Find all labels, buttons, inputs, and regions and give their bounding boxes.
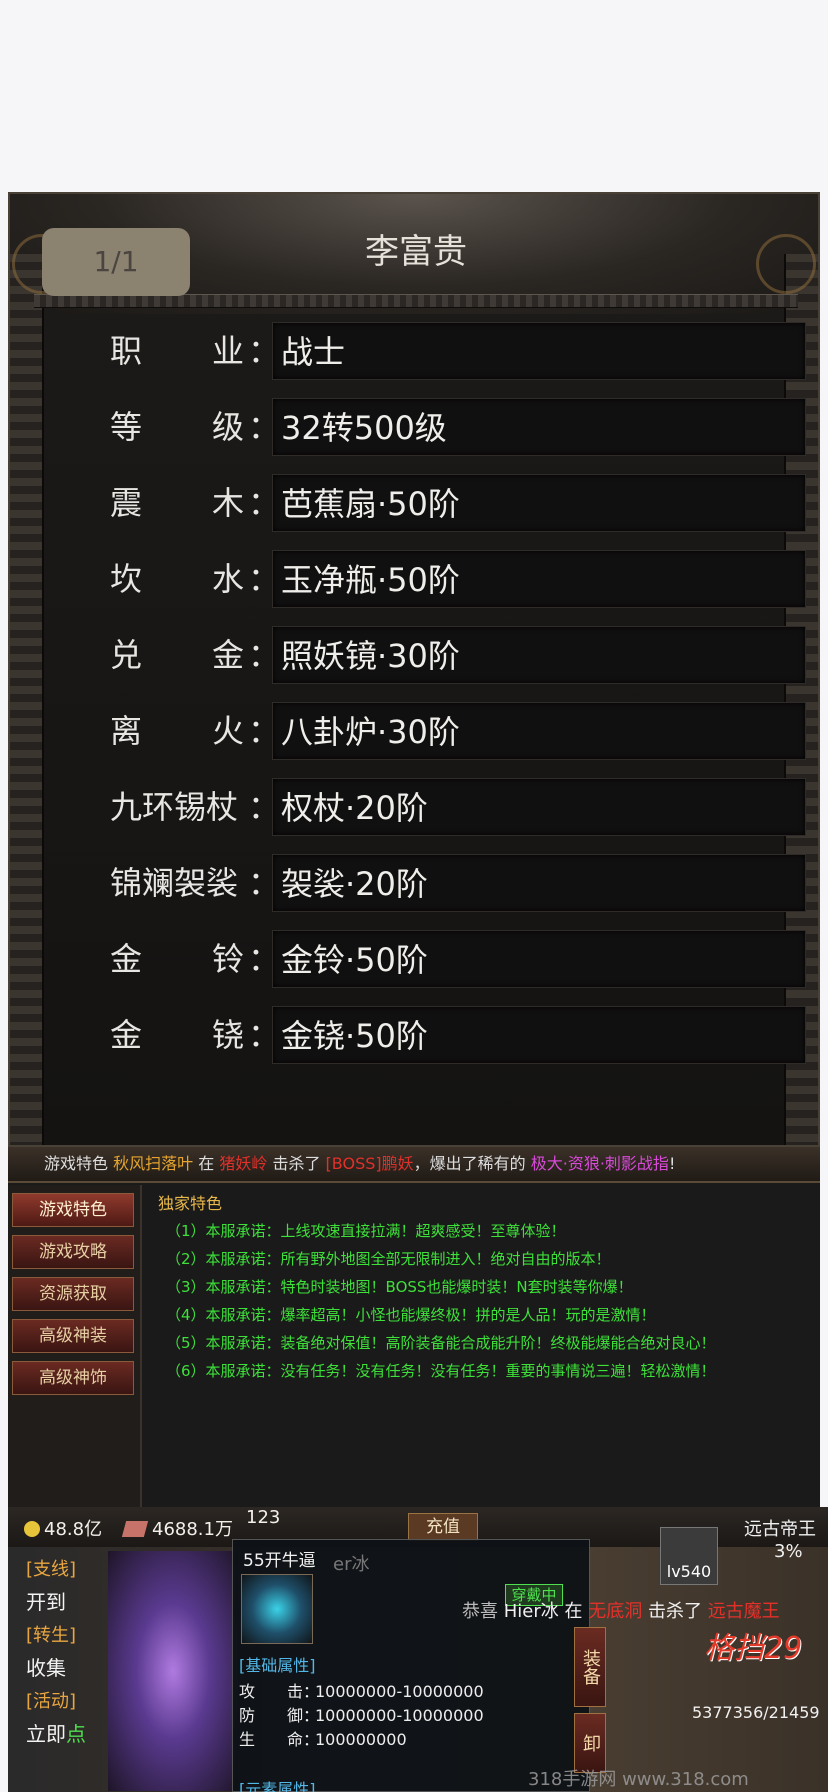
attribute-row: 兑金 ： 照妖镜·30阶 — [110, 618, 810, 694]
tooltip-ghost-text: er冰 — [333, 1554, 370, 1575]
attribute-row: 坎水 ： 玉净瓶·50阶 — [110, 542, 810, 618]
attribute-row: 离火 ： 八卦炉·30阶 — [110, 694, 810, 770]
staff-icon — [241, 1574, 313, 1644]
attribute-value: 八卦炉·30阶 — [272, 702, 806, 760]
tooltip-stat: 防 御：10000000-10000000 — [239, 1706, 484, 1725]
features-content: 独家特色 （1）本服承诺：上线攻速直接拉满！超爽感受！至尊体验！ （2）本服承诺… — [148, 1191, 818, 1501]
attribute-value: 芭蕉扇·50阶 — [272, 474, 806, 532]
ticker-map: 猪妖岭 — [219, 1154, 268, 1173]
quest-action[interactable]: 开到 — [26, 1585, 102, 1619]
hud-number: 123 — [246, 1507, 281, 1528]
feature-line: （4）本服承诺：爆率超高！小怪也能爆终极！拼的是人品！玩的是激情！ — [166, 1306, 656, 1324]
quest-action[interactable]: 收集 — [26, 1651, 102, 1685]
sidebar-item-resources[interactable]: 资源获取 — [12, 1277, 134, 1311]
feature-line: （6）本服承诺：没有任务！没有任务！没有任务！重要的事情说三遍！轻松激情！ — [166, 1362, 716, 1380]
attribute-label: 兑金 — [110, 636, 244, 674]
hp-readout: 5377356/21459 — [692, 1703, 820, 1722]
attribute-value: 照妖镜·30阶 — [272, 626, 806, 684]
ingot-icon — [121, 1521, 149, 1537]
ticker-boss: [BOSS]鹏妖 — [325, 1154, 414, 1173]
ornament-right-icon — [756, 234, 816, 294]
quest-action[interactable]: 立即点 — [26, 1717, 102, 1751]
attribute-value: 权杖·20阶 — [272, 778, 806, 836]
panel-rail — [34, 294, 798, 308]
equip-button[interactable]: 装备 — [574, 1627, 606, 1707]
item-tooltip: er冰 55开牛逼 穿戴中 [基础属性] 攻 击：10000000-100000… — [232, 1539, 590, 1792]
attribute-row: 金铃 ： 金铃·50阶 — [110, 922, 810, 998]
page: 1/1 李富贵 职业 ： 战士 等级 ： 32转500级 震木 ： 芭蕉扇·50… — [0, 0, 828, 1792]
ticker-end: ! — [668, 1154, 676, 1173]
ticker-in: 在 — [198, 1154, 215, 1173]
level-badge[interactable]: lv540 — [660, 1527, 718, 1585]
attribute-value: 玉净瓶·50阶 — [272, 550, 806, 608]
attribute-label: 离火 — [110, 712, 244, 750]
gold-icon — [24, 1521, 40, 1537]
weapon-art-icon — [108, 1551, 238, 1791]
attribute-label: 震木 — [110, 484, 244, 522]
ticker-item: 极大·资狼·刺影战指 — [530, 1154, 669, 1173]
ticker-drop: ，爆出了稀有的 — [413, 1154, 526, 1173]
quest-tracker[interactable]: [支线] 开到 [转生] 收集 [活动] 立即点 — [26, 1555, 102, 1753]
attribute-value: 袈裟·20阶 — [272, 854, 806, 912]
sidebar-item-accessories[interactable]: 高级神饰 — [12, 1361, 134, 1395]
sidebar-item-gear[interactable]: 高级神装 — [12, 1319, 134, 1353]
quest-tag: [支线] — [26, 1559, 77, 1580]
kill-broadcast: 恭喜 Hier冰 在 无底洞 击杀了 远古魔王 — [462, 1601, 780, 1622]
features-panel: 游戏特色 秋风扫落叶 在 猪妖岭 击杀了 [BOSS]鹏妖，爆出了稀有的 极大·… — [8, 1147, 820, 1507]
attribute-label: 等级 — [110, 408, 244, 446]
character-panel: 1/1 李富贵 职业 ： 战士 等级 ： 32转500级 震木 ： 芭蕉扇·50… — [8, 192, 820, 1147]
feature-line: （1）本服承诺：上线攻速直接拉满！超爽感受！至尊体验！ — [166, 1222, 566, 1240]
broadcast-ticker: 游戏特色 秋风扫落叶 在 猪妖岭 击杀了 [BOSS]鹏妖，爆出了稀有的 极大·… — [8, 1147, 820, 1183]
tooltip-title: 55开牛逼 — [243, 1551, 316, 1571]
page-indicator[interactable]: 1/1 — [42, 228, 190, 296]
ingot-display: 4688.1万 — [121, 1515, 233, 1541]
attribute-label: 九环锡杖 — [110, 788, 239, 826]
game-hud: 48.8亿 4688.1万 123 充值 lv540 远古帝王 3% [支线] … — [8, 1507, 828, 1792]
attribute-label: 金铃 — [110, 940, 244, 978]
quest-tag: [活动] — [26, 1691, 77, 1712]
boss-name: 远古帝王 — [744, 1519, 816, 1540]
attribute-label: 坎水 — [110, 560, 244, 598]
ticker-prefix: 游戏特色 — [44, 1154, 109, 1173]
tooltip-section: [基础属性] — [239, 1656, 316, 1675]
character-name: 李富贵 — [365, 232, 467, 272]
attribute-row: 锦斓袈裟 ： 袈裟·20阶 — [110, 846, 810, 922]
gold-display: 48.8亿 — [24, 1515, 102, 1541]
attribute-row: 震木 ： 芭蕉扇·50阶 — [110, 466, 810, 542]
block-text: 格挡29 — [704, 1631, 803, 1666]
attribute-label: 金铙 — [110, 1016, 244, 1054]
recharge-button[interactable]: 充值 — [408, 1513, 478, 1541]
attribute-row: 九环锡杖 ： 权杖·20阶 — [110, 770, 810, 846]
panel-frame-left — [10, 254, 44, 1145]
sidebar-item-features[interactable]: 游戏特色 — [12, 1193, 134, 1227]
feature-line: （3）本服承诺：特色时装地图！BOSS也能爆时装！N套时装等你爆！ — [166, 1278, 633, 1296]
attribute-row: 等级 ： 32转500级 — [110, 390, 810, 466]
attribute-label: 职业 — [110, 332, 244, 370]
tooltip-section: [元素属性] — [239, 1780, 316, 1792]
boss-percent: 3% — [774, 1541, 803, 1562]
attribute-row: 金铙 ： 金铙·50阶 — [110, 998, 810, 1074]
attribute-label: 锦斓袈裟 — [110, 864, 239, 902]
attribute-row: 职业 ： 战士 — [110, 314, 810, 390]
attribute-list: 职业 ： 战士 等级 ： 32转500级 震木 ： 芭蕉扇·50阶 坎水 ： 玉… — [110, 314, 810, 1074]
ticker-player: 秋风扫落叶 — [113, 1154, 194, 1173]
tooltip-stat: 攻 击：10000000-10000000 — [239, 1682, 484, 1701]
unequip-button[interactable]: 卸 — [574, 1713, 606, 1773]
features-sidebar: 游戏特色 游戏攻略 资源获取 高级神装 高级神饰 — [8, 1185, 142, 1507]
attribute-value: 金铃·50阶 — [272, 930, 806, 988]
ticker-killed: 击杀了 — [272, 1154, 321, 1173]
features-title: 独家特色 — [158, 1194, 223, 1213]
sidebar-item-guide[interactable]: 游戏攻略 — [12, 1235, 134, 1269]
attribute-value: 金铙·50阶 — [272, 1006, 806, 1064]
attribute-value: 32转500级 — [272, 398, 806, 456]
feature-line: （5）本服承诺：装备绝对保值！高阶装备能合成能升阶！终极能爆能合绝对良心！ — [166, 1334, 716, 1352]
quest-tag: [转生] — [26, 1625, 77, 1646]
attribute-value: 战士 — [272, 322, 806, 380]
tooltip-stat: 生 命：100000000 — [239, 1730, 407, 1749]
feature-line: （2）本服承诺：所有野外地图全部无限制进入！绝对自由的版本！ — [166, 1250, 611, 1268]
site-watermark: 318手游网 www.318.com — [528, 1769, 749, 1790]
